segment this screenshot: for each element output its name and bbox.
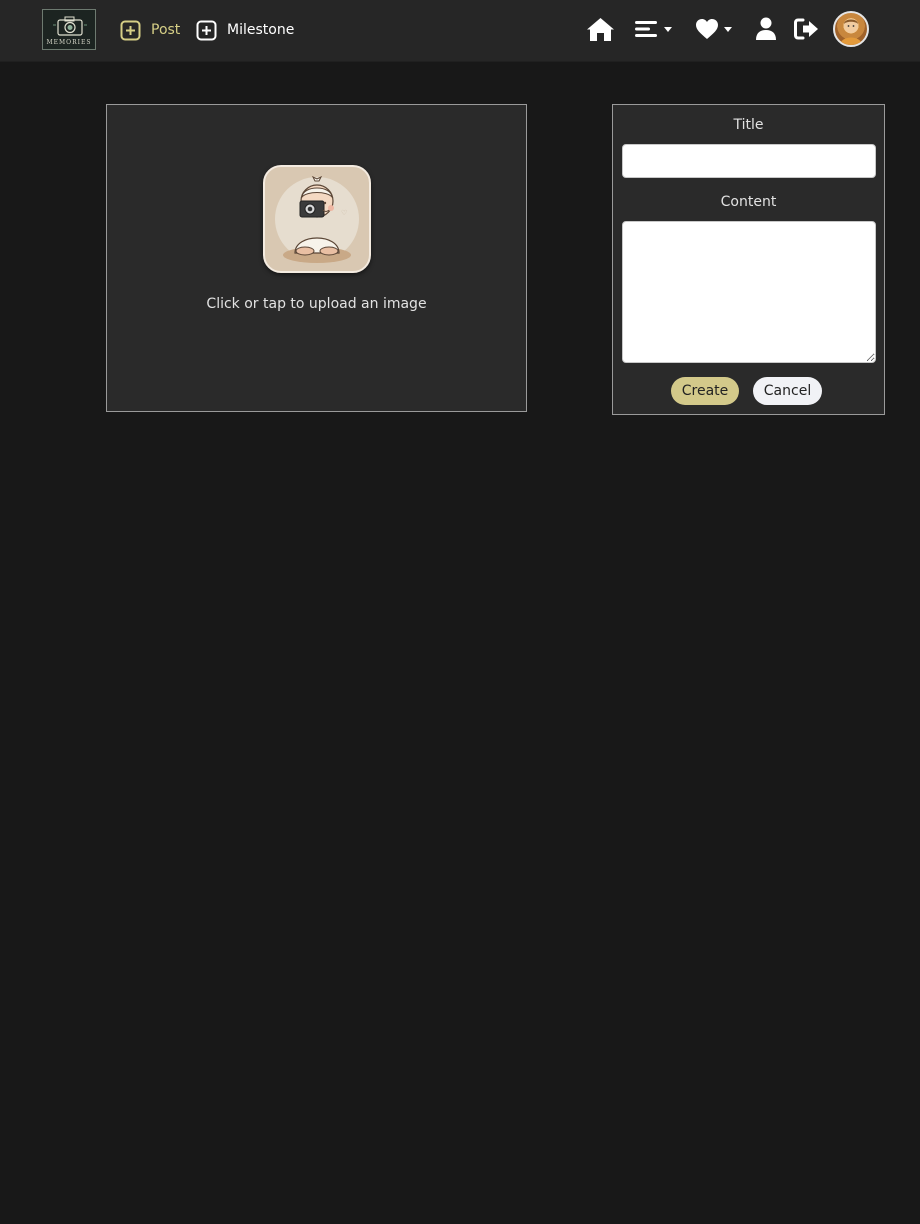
heart-icon: [696, 19, 718, 39]
create-button[interactable]: Create: [671, 377, 739, 405]
camera-logo-icon: [53, 16, 87, 36]
milestone-label: Milestone: [227, 22, 295, 38]
home-icon: [587, 17, 614, 41]
menu-dropdown[interactable]: [635, 14, 672, 44]
home-button[interactable]: [586, 14, 615, 44]
favorites-dropdown[interactable]: [695, 14, 732, 44]
plus-square-icon: [196, 20, 217, 40]
content-label: Content: [720, 194, 777, 210]
post-form: Title Content Create Cancel: [612, 104, 885, 415]
avatar-photo-icon: [840, 19, 862, 45]
logout-icon: [794, 18, 818, 40]
logo-text: MEMORIES: [46, 39, 92, 46]
plus-square-icon: [120, 20, 141, 40]
upload-prompt: Click or tap to upload an image: [206, 296, 427, 312]
image-upload-area[interactable]: ♡ Click or tap to upload an image: [106, 104, 527, 412]
menu-icon: [635, 21, 657, 37]
title-input[interactable]: [622, 144, 876, 178]
user-avatar[interactable]: [833, 11, 869, 47]
upload-placeholder-image: ♡: [263, 165, 371, 273]
new-milestone-link[interactable]: Milestone: [196, 17, 294, 43]
profile-button[interactable]: [756, 14, 776, 44]
baby-camera-illustration-icon: ♡: [275, 175, 359, 263]
title-label: Title: [733, 117, 764, 133]
chevron-down-icon: [724, 26, 732, 32]
top-navbar: MEMORIES Post Milestone: [0, 0, 920, 62]
chevron-down-icon: [664, 26, 672, 32]
logout-button[interactable]: [794, 14, 820, 44]
user-icon: [756, 17, 776, 40]
cancel-button[interactable]: Cancel: [753, 377, 822, 405]
memories-logo[interactable]: MEMORIES: [42, 9, 96, 50]
content-textarea[interactable]: [622, 221, 876, 363]
svg-text:♡: ♡: [341, 209, 347, 217]
new-post-link[interactable]: Post: [120, 17, 180, 43]
post-label: Post: [151, 22, 181, 38]
